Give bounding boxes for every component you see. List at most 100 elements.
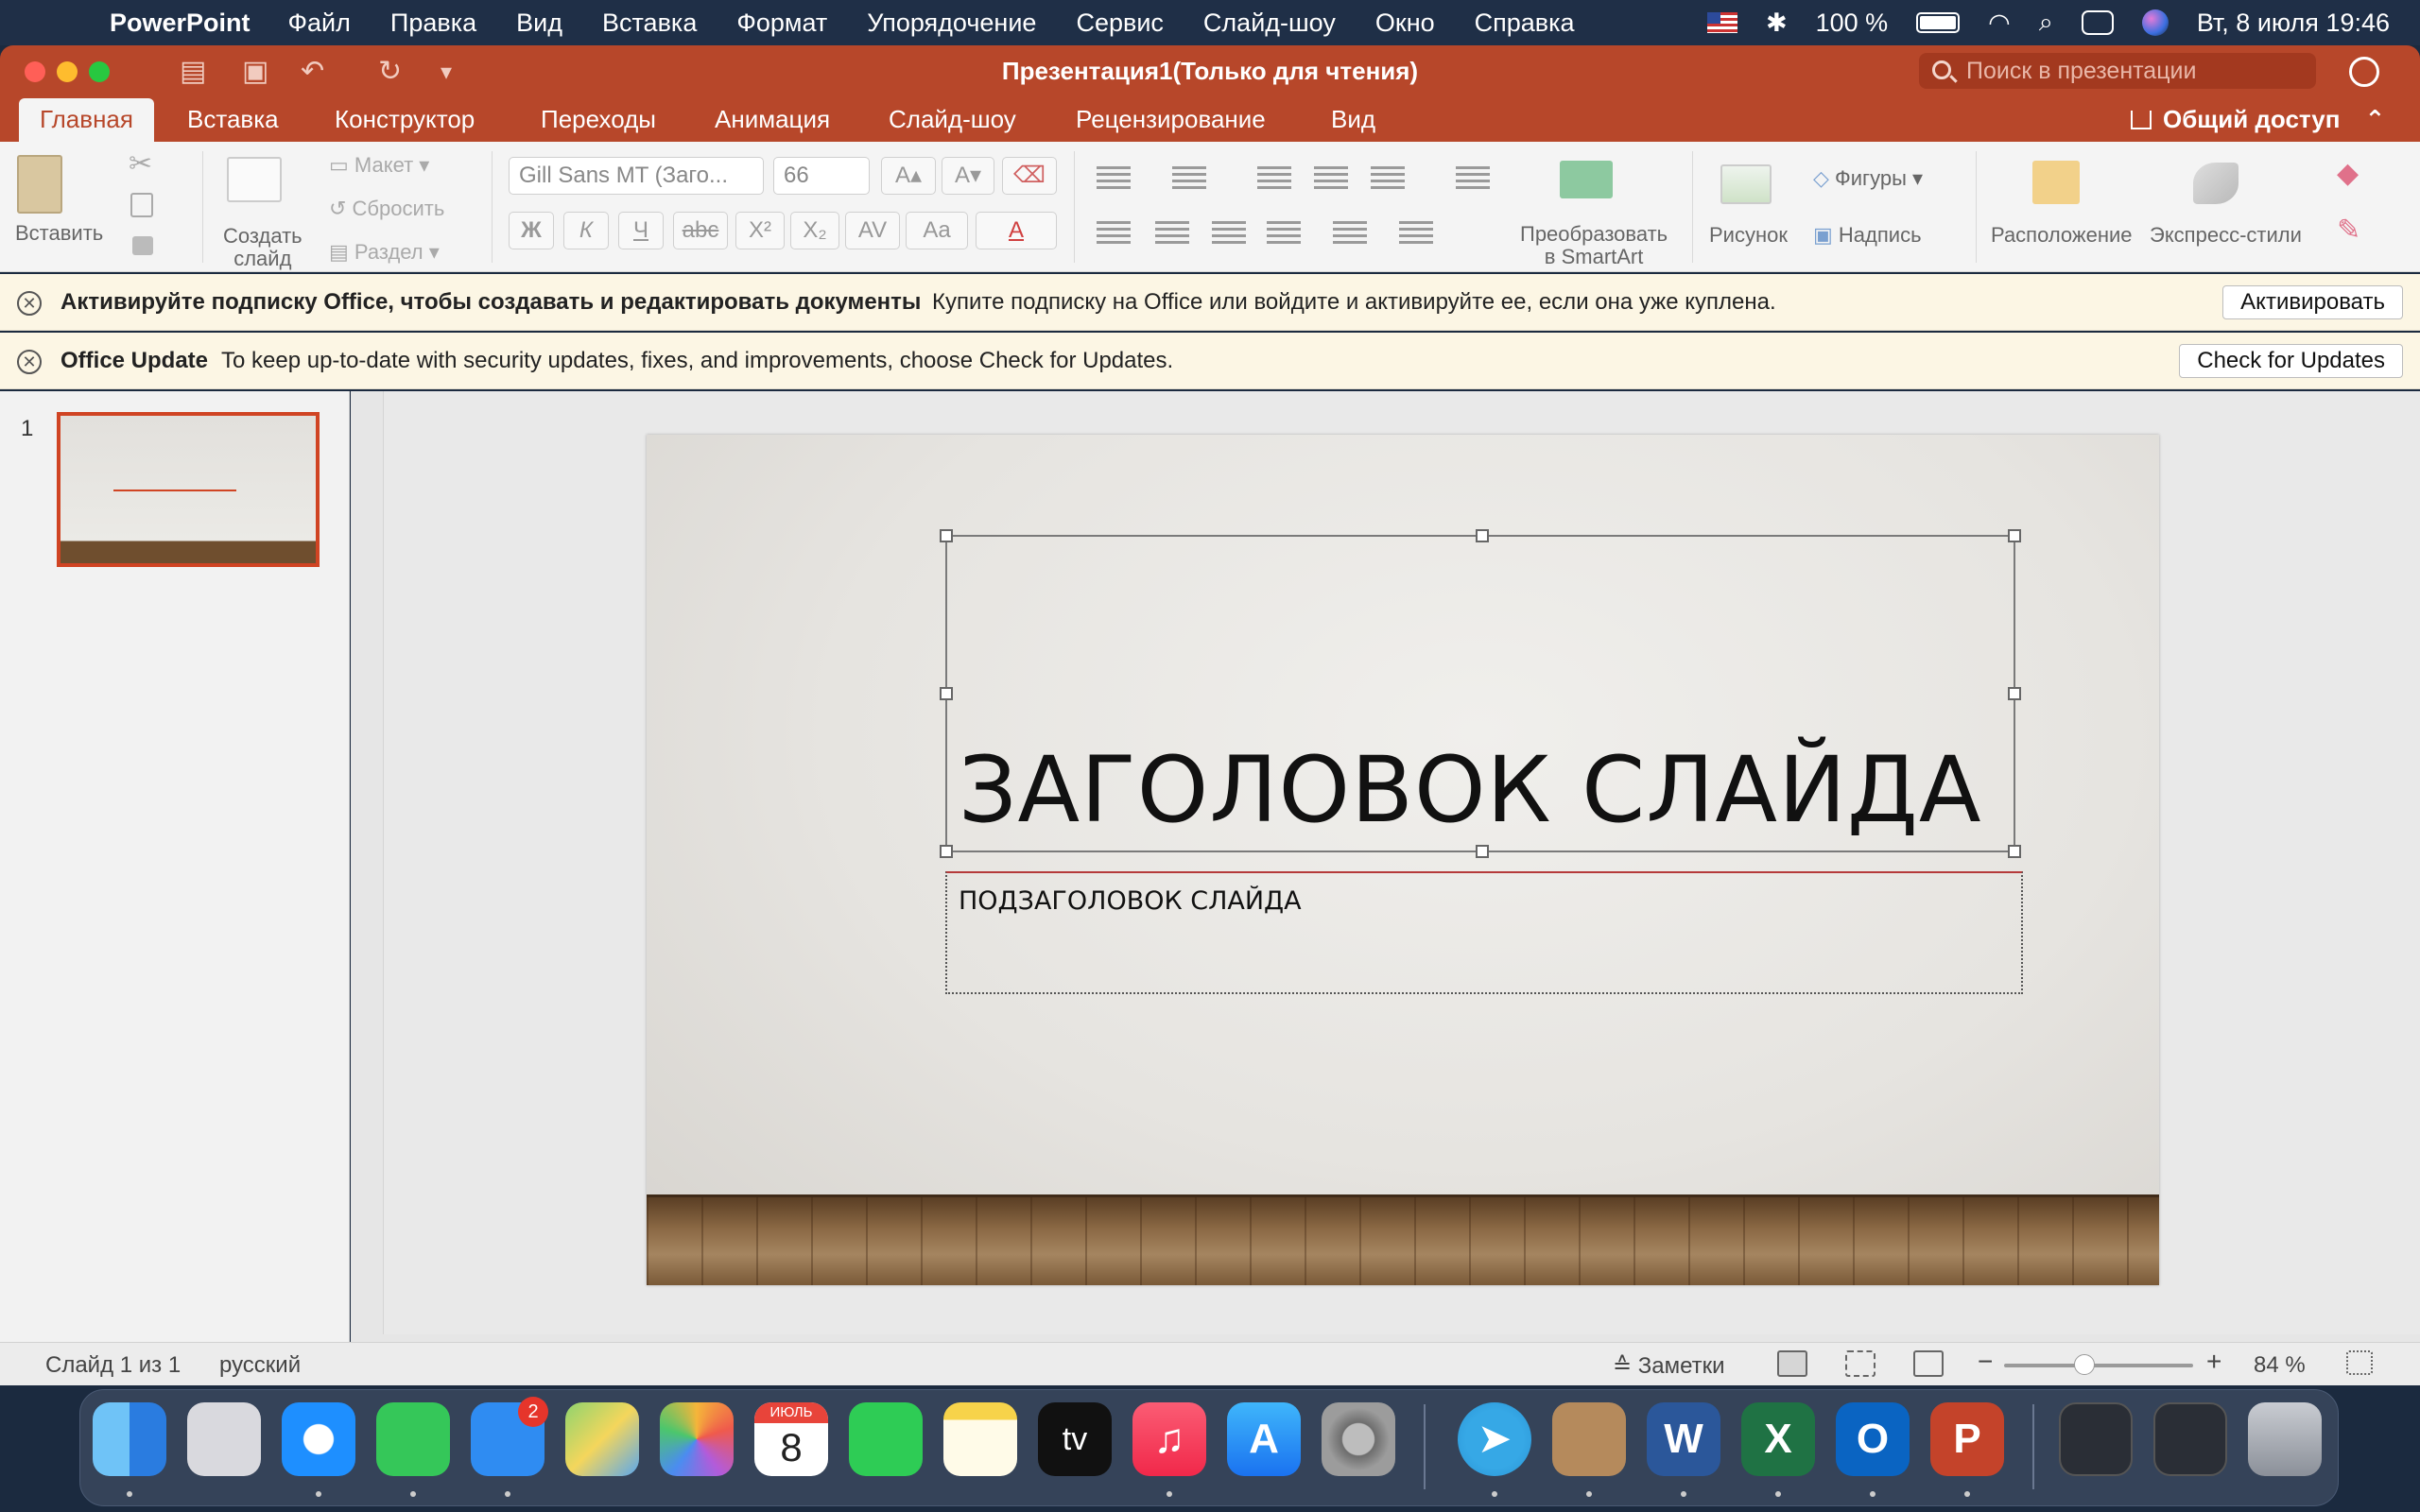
tab-slideshow[interactable]: Слайд-шоу	[889, 98, 1016, 142]
cut-icon[interactable]: ✂	[129, 147, 152, 180]
battery-icon[interactable]	[1916, 12, 1961, 33]
arrange-button[interactable]: Расположение	[1991, 223, 2133, 248]
title-placeholder[interactable]: ЗАГОЛОВОК СЛАЙДА	[940, 529, 2021, 858]
picture-button[interactable]: Рисунок	[1709, 223, 1788, 248]
decrease-indent-icon[interactable]	[1257, 166, 1291, 189]
app-store-icon[interactable]: A	[1227, 1402, 1301, 1476]
menu-app-name[interactable]: PowerPoint	[110, 9, 251, 38]
font-name-field[interactable]: Gill Sans MT (Заго...	[509, 157, 764, 195]
music-icon[interactable]: ♫	[1132, 1402, 1206, 1476]
bluetooth-icon[interactable]: ✱	[1766, 9, 1788, 38]
quick-styles-button[interactable]: Экспресс-стили	[2150, 223, 2302, 248]
paste-icon[interactable]	[17, 155, 62, 214]
shapes-button[interactable]: ◇ Фигуры ▾	[1813, 166, 1923, 191]
strikethrough-button[interactable]: abc	[673, 212, 728, 249]
align-right-icon[interactable]	[1212, 221, 1246, 244]
font-color-button[interactable]: A	[976, 212, 1057, 249]
zoom-slider-handle[interactable]	[2074, 1354, 2095, 1375]
align-left-icon[interactable]	[1097, 221, 1131, 244]
facetime-icon[interactable]	[849, 1402, 923, 1476]
char-spacing-button[interactable]: AV	[845, 212, 900, 249]
shape-fill-icon[interactable]: ◆	[2337, 157, 2359, 190]
outlook-icon[interactable]: O	[1836, 1402, 1910, 1476]
copy-icon[interactable]	[130, 193, 153, 217]
reset-button[interactable]: ↺ Сбросить	[329, 197, 444, 221]
clear-format-icon[interactable]: ⌫	[1002, 157, 1057, 195]
format-painter-icon[interactable]	[132, 236, 153, 255]
menu-slideshow[interactable]: Слайд-шоу	[1203, 9, 1336, 38]
tab-home[interactable]: Главная	[19, 98, 154, 142]
subtitle-placeholder[interactable]: ПОДЗАГОЛОВОК СЛАЙДА	[945, 871, 2023, 994]
picture-icon[interactable]	[1720, 164, 1772, 204]
menu-format[interactable]: Формат	[736, 9, 827, 38]
new-slide-icon[interactable]	[227, 157, 282, 202]
menu-help[interactable]: Справка	[1475, 9, 1575, 38]
notes-button[interactable]: ≙ Заметки	[1613, 1352, 1725, 1380]
menu-edit[interactable]: Правка	[390, 9, 476, 38]
telegram-icon[interactable]: ➤	[1458, 1402, 1531, 1476]
menu-tools[interactable]: Сервис	[1076, 9, 1163, 38]
tab-review[interactable]: Рецензирование	[1076, 98, 1266, 142]
slide-subtitle[interactable]: ПОДЗАГОЛОВОК СЛАЙДА	[959, 886, 1302, 916]
slide-thumbnail[interactable]	[57, 412, 320, 567]
trash-icon[interactable]	[2248, 1402, 2322, 1476]
resize-handle[interactable]	[1476, 845, 1489, 858]
menu-insert[interactable]: Вставка	[602, 9, 697, 38]
slide-sorter-icon[interactable]	[1845, 1350, 1876, 1377]
italic-button[interactable]: К	[563, 212, 609, 249]
activate-button[interactable]: Активировать	[2222, 285, 2403, 319]
slide-title[interactable]: ЗАГОЛОВОК СЛАЙДА	[959, 737, 1982, 843]
wifi-icon[interactable]: ◠	[1988, 9, 2011, 38]
smartart-icon[interactable]	[1560, 161, 1613, 198]
text-direction-icon[interactable]	[1333, 221, 1367, 244]
finder-icon[interactable]	[93, 1402, 166, 1476]
menu-view[interactable]: Вид	[516, 9, 562, 38]
tab-animations[interactable]: Анимация	[715, 98, 830, 142]
bullets-icon[interactable]	[1097, 166, 1131, 189]
powerpoint-icon[interactable]: P	[1930, 1402, 2004, 1476]
tab-insert[interactable]: Вставка	[187, 98, 279, 142]
zoom-in-icon[interactable]: +	[2206, 1347, 2221, 1377]
zoom-slider[interactable]	[2004, 1364, 2193, 1367]
maps-icon[interactable]	[565, 1402, 639, 1476]
menu-file[interactable]: Файл	[288, 9, 351, 38]
convert-smartart-button[interactable]: Преобразовать в SmartArt	[1520, 223, 1668, 268]
slideshow-view-icon[interactable]	[1913, 1350, 1944, 1377]
messages-icon[interactable]	[376, 1402, 450, 1476]
resize-handle[interactable]	[940, 845, 953, 858]
check-for-updates-button[interactable]: Check for Updates	[2179, 344, 2403, 378]
tab-transitions[interactable]: Переходы	[541, 98, 656, 142]
section-button[interactable]: ▤ Раздел ▾	[329, 240, 440, 265]
apple-tv-icon[interactable]: tv	[1038, 1402, 1112, 1476]
shape-outline-icon[interactable]: ✎	[2337, 214, 2360, 247]
resize-handle[interactable]	[940, 687, 953, 700]
spotlight-search-icon[interactable]: ⌕	[2039, 8, 2053, 38]
feedback-smiley-icon[interactable]	[2349, 57, 2379, 87]
search-input[interactable]: Поиск в презентации	[1919, 53, 2316, 89]
fit-to-window-icon[interactable]	[2346, 1350, 2373, 1375]
battery-percent[interactable]: 100 %	[1816, 9, 1889, 38]
menu-clock[interactable]: Вт, 8 июля 19:46	[2197, 9, 2390, 38]
zoom-out-icon[interactable]: −	[1978, 1347, 1993, 1377]
siri-icon[interactable]	[2141, 9, 2169, 36]
tab-view[interactable]: Вид	[1331, 98, 1375, 142]
menu-arrange[interactable]: Упорядочение	[867, 9, 1036, 38]
tab-design[interactable]: Конструктор	[335, 98, 475, 142]
excel-icon[interactable]: X	[1741, 1402, 1815, 1476]
align-text-icon[interactable]	[1399, 221, 1433, 244]
menu-window[interactable]: Окно	[1375, 9, 1435, 38]
underline-button[interactable]: Ч	[618, 212, 664, 249]
decrease-font-button[interactable]: A▾	[942, 157, 994, 195]
resize-handle[interactable]	[940, 529, 953, 542]
photos-icon[interactable]	[660, 1402, 734, 1476]
quick-styles-icon[interactable]	[2193, 163, 2238, 204]
justify-icon[interactable]	[1267, 221, 1301, 244]
layout-button[interactable]: ▭ Макет ▾	[329, 153, 429, 178]
dismiss-close-icon[interactable]: ✕	[17, 350, 42, 374]
textbox-button[interactable]: ▣ Надпись	[1813, 223, 1922, 248]
line-spacing-icon[interactable]	[1371, 166, 1405, 189]
bold-button[interactable]: Ж	[509, 212, 554, 249]
notes-app-icon[interactable]	[943, 1402, 1017, 1476]
collapse-ribbon-icon[interactable]: ⌃	[2364, 105, 2385, 133]
dismiss-close-icon[interactable]: ✕	[17, 291, 42, 316]
